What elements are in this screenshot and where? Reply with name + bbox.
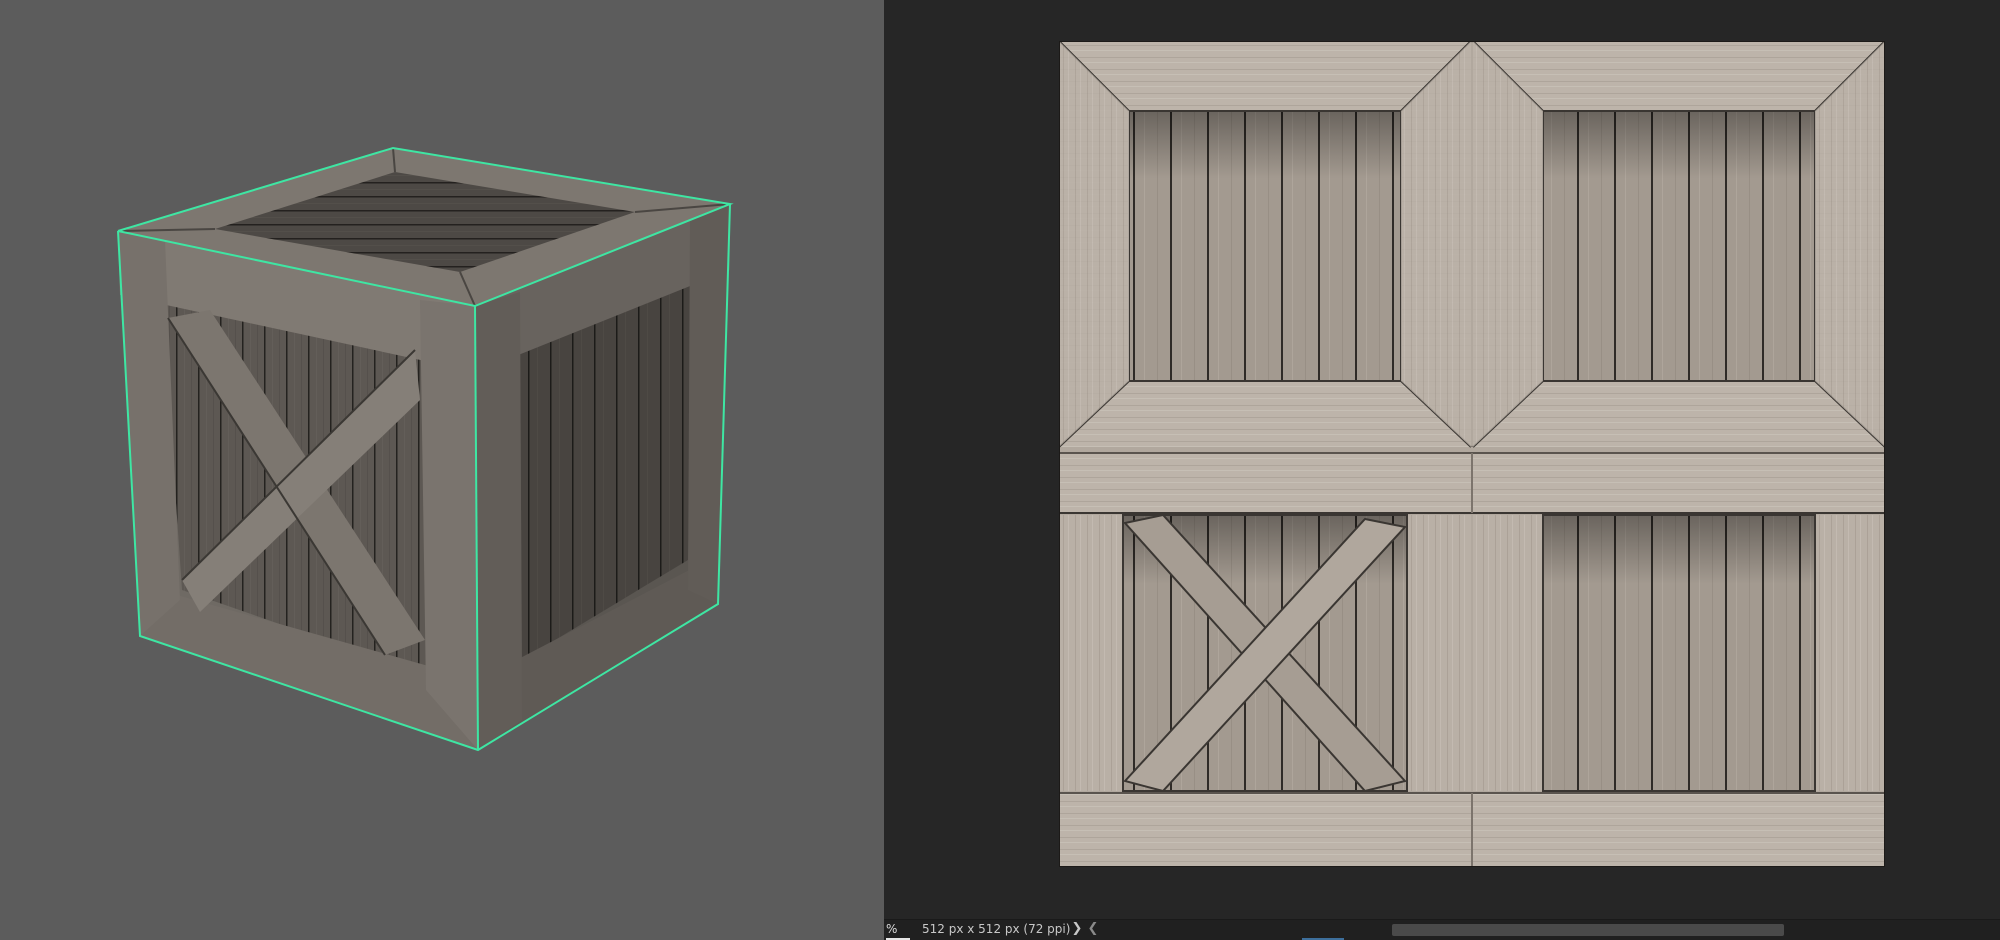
texture-view[interactable]: % 512 px x 512 px (72 ppi) ❯ ❮: [884, 0, 2000, 940]
status-bar: % 512 px x 512 px (72 ppi) ❯ ❮: [884, 919, 2000, 940]
document-info[interactable]: 512 px x 512 px (72 ppi): [922, 921, 1070, 938]
texture-canvas[interactable]: [1059, 41, 1885, 867]
chevron-right-icon[interactable]: ❯: [1070, 920, 1084, 938]
3d-viewport[interactable]: [0, 0, 884, 940]
crate-render[interactable]: [0, 0, 884, 940]
zoom-level[interactable]: %: [886, 921, 910, 938]
scrollbar-thumb[interactable]: [1392, 924, 1784, 936]
horizontal-scrollbar[interactable]: [1114, 924, 1994, 936]
chevron-left-icon[interactable]: ❮: [1086, 920, 1100, 938]
